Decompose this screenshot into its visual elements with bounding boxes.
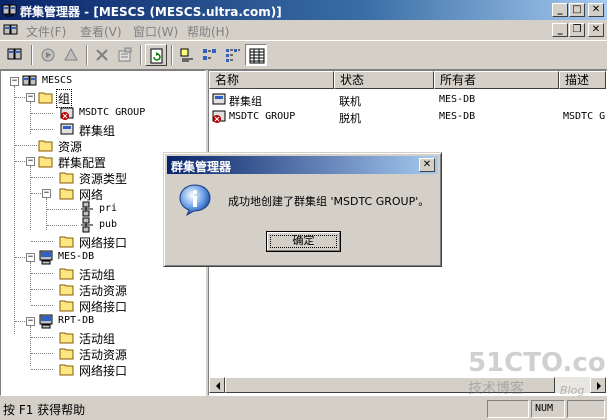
expand-toggle[interactable]: − <box>42 189 51 198</box>
close-button[interactable]: ✕ <box>588 3 604 17</box>
cell-name: 群集组 <box>229 95 262 108</box>
menu-view[interactable]: 查看(V) <box>80 23 122 40</box>
arrow-right-icon <box>597 382 601 390</box>
dialog-message: 成功地创建了群集组 'MSDTC GROUP'。 <box>228 195 430 208</box>
cell-state: 脱机 <box>339 112 361 125</box>
status-panel-empty <box>567 400 605 418</box>
folder-icon <box>59 332 74 344</box>
take-offline-icon[interactable] <box>60 44 82 66</box>
mdi-child-icon[interactable] <box>3 22 19 38</box>
expand-toggle[interactable]: − <box>10 77 19 86</box>
status-panel-empty <box>487 400 529 418</box>
arrow-left-icon <box>216 382 220 390</box>
watermark-subtitle: 技术博客 <box>468 381 524 397</box>
folder-icon <box>59 300 74 312</box>
menu-window[interactable]: 窗口(W) <box>133 23 178 40</box>
status-bar: 按 F1 获得帮助 NUM <box>0 398 607 420</box>
cell-state: 联机 <box>339 95 361 108</box>
horizontal-scrollbar[interactable] <box>209 377 606 393</box>
group-offline-icon <box>212 110 226 123</box>
expand-toggle[interactable]: − <box>26 157 35 166</box>
large-icons-icon[interactable] <box>176 44 198 66</box>
dialog-close-button[interactable]: ✕ <box>419 158 435 172</box>
server-node-icon <box>39 250 53 265</box>
ok-button[interactable]: 确定 <box>266 231 341 252</box>
message-dialog: 群集管理器 ✕ 成功地创建了群集组 'MSDTC GROUP'。 确定 <box>163 152 442 267</box>
menu-bar: 文件(F) 查看(V) 窗口(W) 帮助(H) _ ❐ ✕ <box>0 20 607 40</box>
cell-name: MSDTC GROUP <box>229 111 296 122</box>
cluster-app-icon <box>2 4 17 17</box>
cell-owner: MES-DB <box>439 111 476 122</box>
list-row-cluster-group[interactable]: 群集组 联机 MES-DB <box>209 91 589 108</box>
dialog-title: 群集管理器 <box>171 160 232 174</box>
cell-owner: MES-DB <box>439 94 476 105</box>
info-icon <box>179 184 211 217</box>
network-icon <box>81 217 93 233</box>
maximize-button[interactable]: □ <box>569 3 585 17</box>
menu-file[interactable]: 文件(F) <box>26 23 66 40</box>
column-header-state[interactable]: 状态 <box>334 71 434 89</box>
folder-open-icon <box>38 156 53 168</box>
watermark-logo: 51CTO.com <box>468 348 607 378</box>
title-bar[interactable]: 群集管理器 - [MESCS (MESCS.ultra.com)] _ □ ✕ <box>0 0 607 20</box>
refresh-icon[interactable] <box>145 44 167 66</box>
expand-toggle[interactable]: − <box>26 93 35 102</box>
group-icon <box>60 123 74 135</box>
mdi-close-button[interactable]: ✕ <box>588 23 604 37</box>
scroll-right-button[interactable] <box>590 377 606 393</box>
bring-online-icon[interactable] <box>37 44 59 66</box>
menu-help[interactable]: 帮助(H) <box>187 23 229 40</box>
folder-icon <box>59 348 74 360</box>
folder-icon <box>59 268 74 280</box>
expand-toggle[interactable]: − <box>26 317 35 326</box>
status-panel-num: NUM <box>531 400 565 418</box>
ok-button-label: 确定 <box>292 234 315 247</box>
cluster-icon[interactable] <box>4 44 26 66</box>
dialog-title-bar[interactable]: 群集管理器 ✕ <box>167 156 438 174</box>
group-icon <box>212 93 226 105</box>
server-node-icon <box>39 314 53 329</box>
cluster-icon <box>22 75 37 86</box>
scroll-left-button[interactable] <box>209 377 225 393</box>
minimize-button[interactable]: _ <box>552 3 568 17</box>
mdi-minimize-button[interactable]: _ <box>552 23 568 37</box>
network-icon <box>81 201 93 217</box>
column-header-owner[interactable]: 所有者 <box>434 71 559 89</box>
delete-icon[interactable] <box>91 44 113 66</box>
details-view-icon[interactable] <box>245 44 267 66</box>
folder-icon <box>59 284 74 296</box>
folder-open-icon <box>38 92 53 104</box>
list-view-icon[interactable] <box>222 44 244 66</box>
folder-icon <box>59 364 74 376</box>
cell-description: MSDTC G <box>563 111 606 122</box>
column-header-description[interactable]: 描述 <box>559 71 606 89</box>
watermark-blog: Blog <box>560 384 585 397</box>
status-text: 按 F1 获得帮助 <box>3 403 86 417</box>
column-header-name[interactable]: 名称 <box>209 71 334 89</box>
folder-open-icon <box>59 188 74 200</box>
group-offline-icon <box>60 107 74 120</box>
small-icons-icon[interactable] <box>199 44 221 66</box>
expand-toggle[interactable]: − <box>26 253 35 262</box>
folder-icon <box>38 140 53 152</box>
properties-icon[interactable] <box>114 44 136 66</box>
toolbar <box>0 40 607 70</box>
list-row-msdtc-group[interactable]: MSDTC GROUP 脱机 MES-DB MSDTC G <box>209 108 605 125</box>
folder-icon <box>59 236 74 248</box>
mdi-restore-button[interactable]: ❐ <box>569 23 585 37</box>
folder-icon <box>59 172 74 184</box>
window-title: 群集管理器 - [MESCS (MESCS.ultra.com)] <box>20 5 282 19</box>
